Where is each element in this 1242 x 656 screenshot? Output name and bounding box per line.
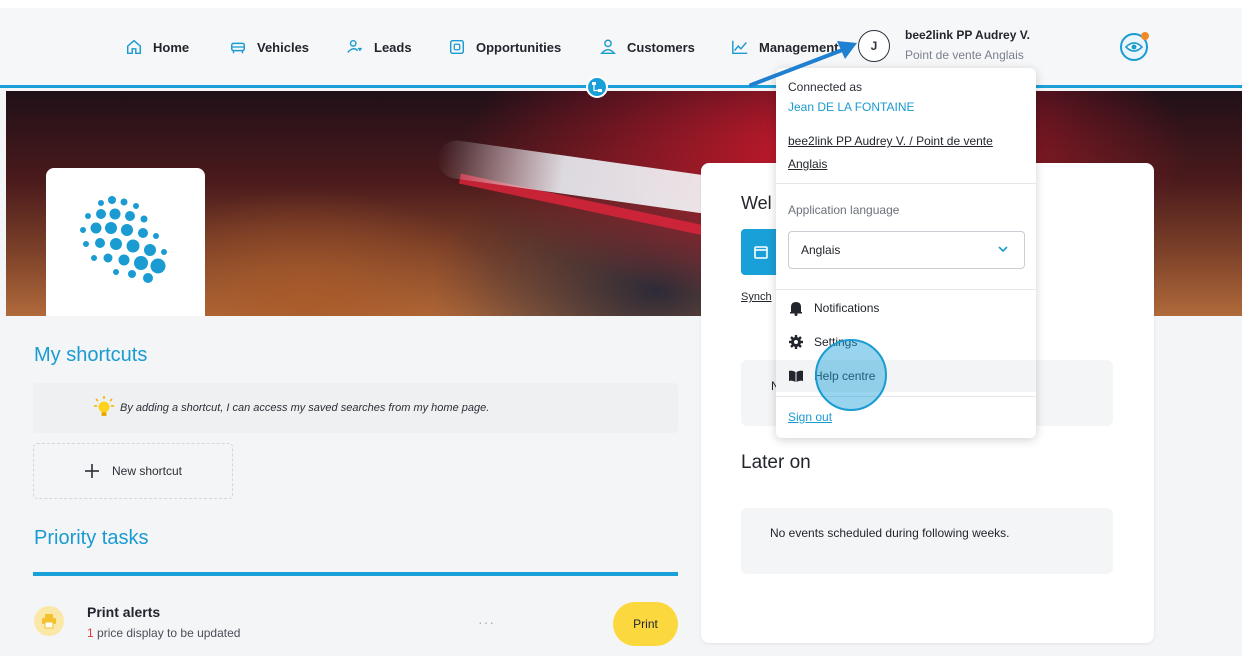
pointer-arrow-icon — [749, 41, 857, 87]
nav-item-vehicles[interactable]: Vehicles — [229, 38, 309, 56]
connected-user-name: Jean DE LA FONTAINE — [788, 100, 915, 114]
calendar-button[interactable] — [741, 229, 781, 275]
menu-divider — [776, 289, 1036, 290]
nav-item-customers[interactable]: Customers — [599, 38, 695, 56]
nav-item-home[interactable]: Home — [125, 38, 189, 56]
shortcut-tip-text: By adding a shortcut, I can access my sa… — [120, 402, 490, 414]
menu-divider — [776, 396, 1036, 397]
menu-divider — [776, 183, 1036, 184]
company-logo-card — [46, 168, 205, 316]
lightbulb-icon — [94, 396, 114, 416]
new-shortcut-label: New shortcut — [111, 464, 183, 478]
company-logo — [80, 196, 167, 283]
later-on-title: Later on — [741, 452, 811, 473]
nav-label-vehicles: Vehicles — [257, 39, 310, 55]
language-label: Application language — [788, 203, 900, 217]
nav-label-opportunities: Opportunities — [476, 39, 562, 55]
top-navigation: Home Vehicles Leads Opportunities Custom… — [0, 0, 1242, 88]
nav-item-leads[interactable]: Leads — [346, 38, 412, 56]
leads-icon — [347, 39, 363, 53]
nav-label-home: Home — [153, 39, 190, 55]
eye-icon — [1125, 42, 1143, 52]
later-events-box — [741, 508, 1113, 574]
printer-icon — [42, 614, 56, 629]
welcome-title: Wel — [741, 193, 772, 213]
notifications-label: Notifications — [814, 301, 880, 315]
language-value: Anglais — [801, 243, 841, 257]
nav-item-opportunities[interactable]: Opportunities — [448, 38, 561, 56]
later-events-text: No events scheduled during following wee… — [770, 526, 1010, 540]
store-link[interactable]: bee2link PP Audrey V. / Point de vente A… — [788, 130, 1024, 176]
menu-item-notifications[interactable]: Notifications — [788, 300, 879, 316]
sign-out-link[interactable]: Sign out — [788, 410, 832, 424]
priority-tasks-title: Priority tasks — [34, 527, 149, 549]
more-options-button[interactable]: ··· — [478, 614, 495, 630]
new-shortcut-button[interactable]: New shortcut — [33, 443, 233, 499]
chevron-down-icon — [998, 246, 1008, 253]
print-alerts-subtitle: 1 price display to be updated — [87, 626, 240, 640]
home-icon — [126, 39, 142, 55]
print-alerts-text: price display to be updated — [93, 626, 241, 640]
wallet-icon — [449, 39, 465, 55]
print-alerts-count: 1 — [87, 626, 94, 640]
priority-divider — [33, 572, 678, 576]
sitemap-icon — [592, 82, 602, 92]
car-icon — [230, 42, 246, 54]
network-badge[interactable] — [586, 76, 608, 98]
user-name[interactable]: bee2link PP Audrey V. — [905, 28, 1030, 42]
shortcut-tip: By adding a shortcut, I can access my sa… — [33, 383, 678, 433]
shortcuts-title: My shortcuts — [34, 344, 148, 366]
nav-label-customers: Customers — [627, 39, 695, 55]
print-alert-icon-wrap — [34, 606, 64, 636]
print-alerts-title: Print alerts — [87, 604, 161, 620]
calendar-icon — [754, 246, 768, 259]
plus-icon — [84, 464, 99, 478]
notification-dot — [1141, 32, 1149, 40]
user-store[interactable]: Point de vente Anglais — [905, 48, 1024, 62]
gear-icon — [789, 335, 803, 349]
print-button[interactable]: Print — [613, 602, 678, 646]
sync-link[interactable]: Synch — [741, 291, 772, 303]
language-select[interactable]: Anglais — [788, 231, 1025, 269]
click-highlight — [815, 339, 887, 411]
bell-icon — [790, 302, 802, 316]
person-icon — [600, 39, 616, 55]
nav-label-leads: Leads — [374, 39, 412, 55]
book-open-icon — [789, 370, 803, 382]
